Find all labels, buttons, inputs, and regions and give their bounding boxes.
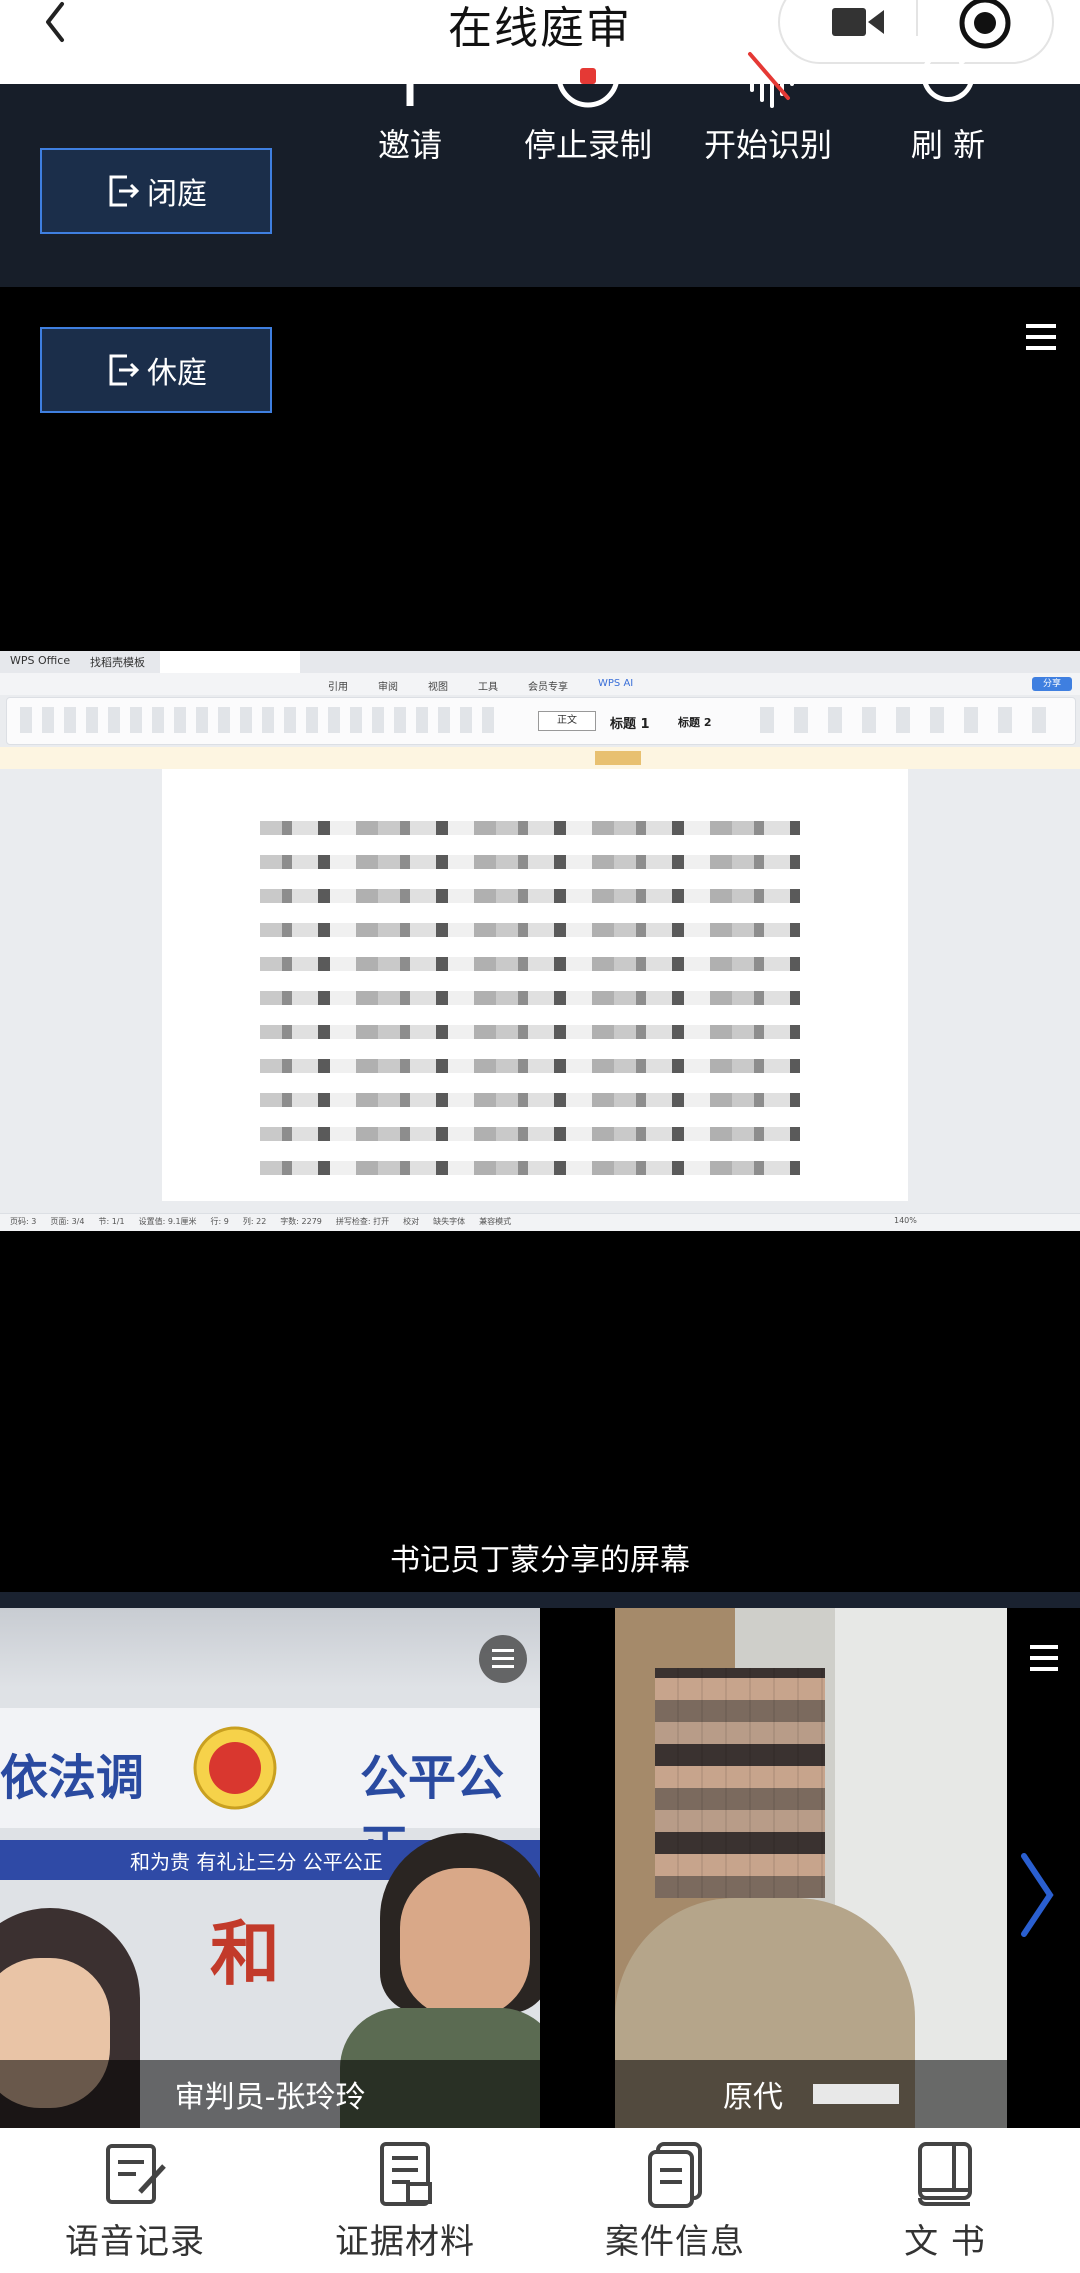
bottom-navigation: 语音记录 证据材料 案件信息 文 书 bbox=[0, 2128, 1080, 2273]
status-item: 缺失字体 bbox=[433, 1217, 466, 1226]
refresh-icon bbox=[921, 46, 975, 102]
nav-evidence[interactable]: 证据材料 bbox=[270, 2128, 540, 2273]
redacted-name bbox=[813, 2084, 899, 2104]
refresh-label: 刷 新 bbox=[910, 126, 986, 164]
participant-video-judge[interactable]: 依法调 公平公正 和为贵 有礼让三分 公平公正 和 审判员-张玲玲 bbox=[0, 1608, 540, 2128]
banner-text-left: 依法调 bbox=[0, 1750, 145, 1806]
recess-button[interactable]: 休庭 bbox=[40, 327, 272, 413]
voice-wave-icon bbox=[740, 44, 794, 108]
wps-status-items: 页码: 3 页面: 3/4 节: 1/1 设置值: 9.1厘米 行: 9 列: … bbox=[10, 1216, 511, 1227]
nav-documents[interactable]: 文 书 bbox=[810, 2128, 1080, 2273]
status-item: 拼写检查: 打开 bbox=[335, 1217, 390, 1226]
nav-case-info[interactable]: 案件信息 bbox=[540, 2128, 810, 2273]
wps-menu-item: 引用 bbox=[328, 682, 348, 693]
ribbon-tool-icons bbox=[20, 707, 500, 733]
invite-label: 邀请 bbox=[377, 126, 442, 164]
wps-menu-item: 会员专享 bbox=[528, 682, 568, 693]
start-recognition-label: 开始识别 bbox=[703, 126, 832, 164]
participant-name-bar: 原代 bbox=[615, 2060, 1007, 2128]
nav-label: 文 书 bbox=[904, 2222, 986, 2262]
wps-menu-items: 引用 审阅 视图 工具 会员专享 WPS AI bbox=[328, 678, 633, 693]
evidence-document-icon bbox=[380, 2142, 432, 2206]
banner-strip-text: 和为贵 有礼让三分 公平公正 bbox=[130, 1850, 383, 1874]
status-item: 设置值: 9.1厘米 bbox=[138, 1217, 197, 1226]
participant-video-plaintiff-agent[interactable]: 原代 bbox=[615, 1608, 1007, 2128]
invite-button[interactable]: 邀请 bbox=[330, 40, 490, 190]
status-item: 页码: 3 bbox=[10, 1217, 37, 1226]
banner-he-character: 和 bbox=[210, 1913, 280, 1995]
exit-icon bbox=[109, 175, 140, 207]
wps-doc-tab bbox=[160, 651, 300, 673]
close-court-label: 闭庭 bbox=[147, 177, 207, 212]
zoom-level: 140% bbox=[894, 1216, 917, 1225]
wps-menu-item: 工具 bbox=[478, 682, 498, 693]
pixelated-document-text bbox=[260, 821, 800, 1191]
start-recognition-button[interactable]: 开始识别 bbox=[688, 40, 848, 190]
court-emblem-icon bbox=[190, 1723, 280, 1817]
shared-screen-window: WPS Office 找稻壳模板 引用 审阅 视图 工具 会员专享 WPS AI… bbox=[0, 651, 1080, 1231]
wps-menu-item: 审阅 bbox=[378, 682, 398, 693]
status-item: 校对 bbox=[403, 1217, 420, 1226]
participant-name-label: 审判员-张玲玲 bbox=[0, 2060, 540, 2128]
wps-share-button: 分享 bbox=[1032, 677, 1072, 691]
style-normal: 正文 bbox=[538, 711, 596, 731]
status-item: 兼容模式 bbox=[479, 1217, 512, 1226]
divider bbox=[0, 1592, 1080, 1608]
case-files-icon bbox=[648, 2142, 702, 2208]
nav-label: 语音记录 bbox=[65, 2222, 205, 2262]
recess-label: 休庭 bbox=[147, 356, 207, 391]
nav-voice-record[interactable]: 语音记录 bbox=[0, 2128, 270, 2273]
nav-label: 案件信息 bbox=[605, 2222, 745, 2262]
exit-icon bbox=[109, 354, 140, 386]
hamburger-menu-icon[interactable] bbox=[478, 1634, 528, 1688]
wps-template-tab: 找稻壳模板 bbox=[90, 656, 145, 669]
status-item: 列: 22 bbox=[242, 1217, 267, 1226]
close-court-button[interactable]: 闭庭 bbox=[40, 148, 272, 234]
notice-bar bbox=[0, 747, 1080, 769]
status-item: 页面: 3/4 bbox=[50, 1217, 85, 1226]
stop-recording-button[interactable]: 停止录制 bbox=[508, 40, 668, 190]
style-heading-1: 标题 1 bbox=[610, 717, 650, 732]
wps-app-tab: WPS Office bbox=[10, 654, 71, 667]
hamburger-menu-icon[interactable] bbox=[1030, 1643, 1062, 1677]
notice-highlight bbox=[595, 751, 641, 765]
shared-screen-caption: 书记员丁蒙分享的屏幕 bbox=[390, 1543, 690, 1578]
participant-name-label: 原代 bbox=[723, 2080, 783, 2115]
video-gap bbox=[540, 1608, 615, 2128]
ceiling bbox=[0, 1608, 540, 1688]
ribbon-tool-icons bbox=[760, 707, 1060, 733]
plus-icon bbox=[380, 46, 440, 106]
chevron-right-icon[interactable] bbox=[1016, 1850, 1056, 1944]
edit-document-icon bbox=[106, 2144, 166, 2204]
status-item: 字数: 2279 bbox=[280, 1217, 322, 1226]
stop-recording-label: 停止录制 bbox=[523, 126, 652, 164]
hamburger-menu-icon[interactable] bbox=[1026, 322, 1060, 356]
wps-menu-item: WPS AI bbox=[598, 678, 634, 689]
person-right-face bbox=[400, 1868, 530, 2018]
book-icon bbox=[918, 2142, 972, 2206]
status-item: 行: 9 bbox=[210, 1217, 229, 1226]
wps-menu-item: 视图 bbox=[428, 682, 448, 693]
nav-label: 证据材料 bbox=[335, 2222, 475, 2262]
style-heading-2: 标题 2 bbox=[678, 716, 712, 729]
refresh-button[interactable]: 刷 新 bbox=[868, 40, 1028, 190]
pixelated-face bbox=[655, 1668, 825, 1898]
stop-record-icon bbox=[556, 44, 620, 108]
status-item: 节: 1/1 bbox=[98, 1217, 125, 1226]
